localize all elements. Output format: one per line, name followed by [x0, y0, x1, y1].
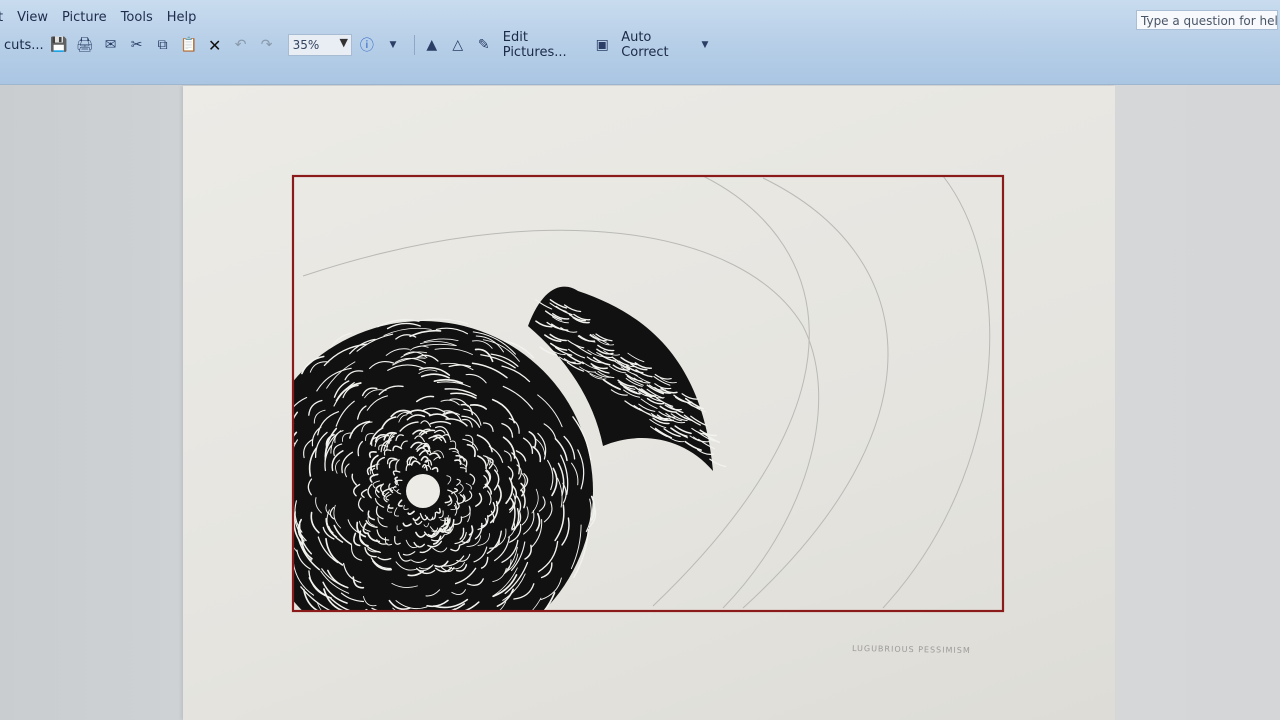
ink-swirl-stroke	[402, 657, 438, 660]
ink-swirl-stroke	[422, 660, 455, 665]
ink-swirl-stroke	[250, 491, 259, 538]
ink-swirl-stroke	[275, 407, 286, 439]
auto-correct-icon[interactable]: ▣	[591, 34, 613, 56]
help-search-input[interactable]: Type a question for help	[1136, 10, 1278, 30]
toolbar-options-icon[interactable]: ▼	[382, 34, 404, 56]
scanned-paper: LUGUBRIOUS PESSIMISM	[183, 86, 1115, 720]
ink-swirl-stroke	[372, 636, 400, 642]
ink-swirl-stroke	[265, 494, 271, 519]
ink-swirl-stroke	[261, 453, 263, 473]
ink-swirl-stroke	[397, 635, 421, 640]
ink-swirl-stroke	[498, 612, 526, 630]
ink-swirl-stroke	[265, 406, 273, 434]
ink-drawing	[250, 174, 1005, 665]
ink-swirl-stroke	[365, 612, 402, 621]
ink-swirl-stroke	[320, 621, 348, 638]
ink-swirl-stroke	[269, 471, 273, 512]
ink-swirl-stroke	[260, 442, 264, 479]
ink-swirl-stroke	[278, 537, 284, 557]
ink-swirl-stroke	[273, 469, 277, 491]
zoom-select[interactable]: 35% ▼	[287, 34, 352, 56]
ink-swirl-stroke	[253, 520, 270, 567]
ink-spiral	[250, 286, 727, 665]
ink-swirl-stroke	[266, 474, 269, 494]
ink-swirl-stroke	[263, 445, 272, 485]
help-icon[interactable]: ⓘ	[356, 34, 378, 56]
zoom-value: 35%	[292, 38, 320, 52]
ink-swirl-stroke	[456, 627, 497, 640]
redo-icon[interactable]: ↷	[256, 34, 278, 56]
ink-swirl-stroke	[269, 476, 276, 500]
ink-swirl-stroke	[385, 660, 408, 662]
menu-item-picture[interactable]: Picture	[62, 10, 107, 25]
toolbar-separator	[413, 35, 415, 55]
toolbar-overflow-icon[interactable]: ▼	[694, 34, 716, 56]
ink-swirl-stroke	[363, 612, 386, 620]
application-toolbar-area: t View Picture Tools Help Type a questio…	[0, 0, 1280, 85]
ink-center-hole	[406, 474, 440, 508]
edit-pictures-button[interactable]: Edit Pictures...	[499, 30, 585, 60]
copy-icon[interactable]: ⧉	[152, 34, 174, 56]
ink-swirl-stroke	[493, 624, 518, 637]
pencil-arc	[742, 177, 889, 609]
edit-pictures-icon[interactable]: ✎	[473, 34, 495, 56]
paste-icon[interactable]: 📋	[178, 34, 200, 56]
ink-swirl-stroke	[406, 613, 426, 617]
menu-bar: t View Picture Tools Help	[0, 6, 700, 28]
ink-swirl-stroke	[371, 619, 389, 630]
undo-icon[interactable]: ↶	[230, 34, 252, 56]
pencil-arc	[882, 176, 991, 609]
ink-swirl-stroke	[286, 435, 290, 455]
ink-swirl-stroke	[275, 435, 286, 465]
ink-swirl-stroke	[293, 408, 294, 410]
ink-swirl-stroke	[375, 657, 424, 660]
save-icon[interactable]: 💾	[48, 34, 70, 56]
ink-swirl-stroke	[411, 638, 443, 642]
ink-swirl-stroke	[278, 460, 283, 492]
cut-icon[interactable]: ✂	[126, 34, 148, 56]
standard-toolbar: cuts... 💾 🖨 ✉ ✂ ⧉ 📋 ✕ ↶ ↷ 35% ▼ ⓘ ▼ ▲ △ …	[0, 30, 720, 60]
ink-swirl-stroke	[270, 402, 288, 446]
ink-swirl-stroke	[285, 484, 290, 513]
ink-swirl-stroke	[465, 625, 485, 636]
ink-swirl-stroke	[275, 545, 287, 561]
print-icon[interactable]: 🖨	[74, 34, 96, 56]
menu-item-view[interactable]: View	[17, 10, 48, 25]
menu-item-help[interactable]: Help	[167, 10, 197, 25]
ink-swirl-stroke	[276, 507, 282, 536]
ink-swirl-stroke	[484, 624, 499, 636]
ink-swirl-stroke	[397, 650, 440, 656]
menu-item-tools[interactable]: Tools	[121, 10, 153, 25]
mail-icon[interactable]: ✉	[100, 34, 122, 56]
rotate-right-icon[interactable]: △	[447, 34, 469, 56]
ink-swirl-stroke	[465, 643, 496, 658]
ink-swirl-stroke	[269, 416, 286, 455]
ink-swirl-stroke	[261, 497, 270, 540]
ink-swirl-stroke	[311, 613, 345, 635]
delete-icon[interactable]: ✕	[204, 34, 226, 56]
rotate-left-icon[interactable]: ▲	[421, 34, 443, 56]
ink-swirl-stroke	[480, 630, 502, 642]
auto-correct-button[interactable]: Auto Correct	[617, 30, 694, 60]
menu-item-partial[interactable]: t	[0, 10, 3, 25]
ink-swirl-stroke	[334, 617, 369, 639]
ink-swirl-stroke	[384, 623, 418, 629]
shortcuts-label[interactable]: cuts...	[0, 38, 48, 53]
chevron-down-icon: ▼	[339, 36, 348, 49]
ink-swirl-stroke	[260, 532, 275, 574]
ink-swirl-stroke	[271, 447, 278, 486]
ink-swirl-stroke	[434, 623, 458, 630]
ink-swirl-stroke	[277, 525, 284, 553]
ink-swirl-stroke	[378, 632, 396, 638]
ink-swirl-stroke	[327, 627, 369, 646]
ink-swirl-stroke	[273, 541, 289, 570]
ink-swirl-stroke	[364, 635, 386, 638]
